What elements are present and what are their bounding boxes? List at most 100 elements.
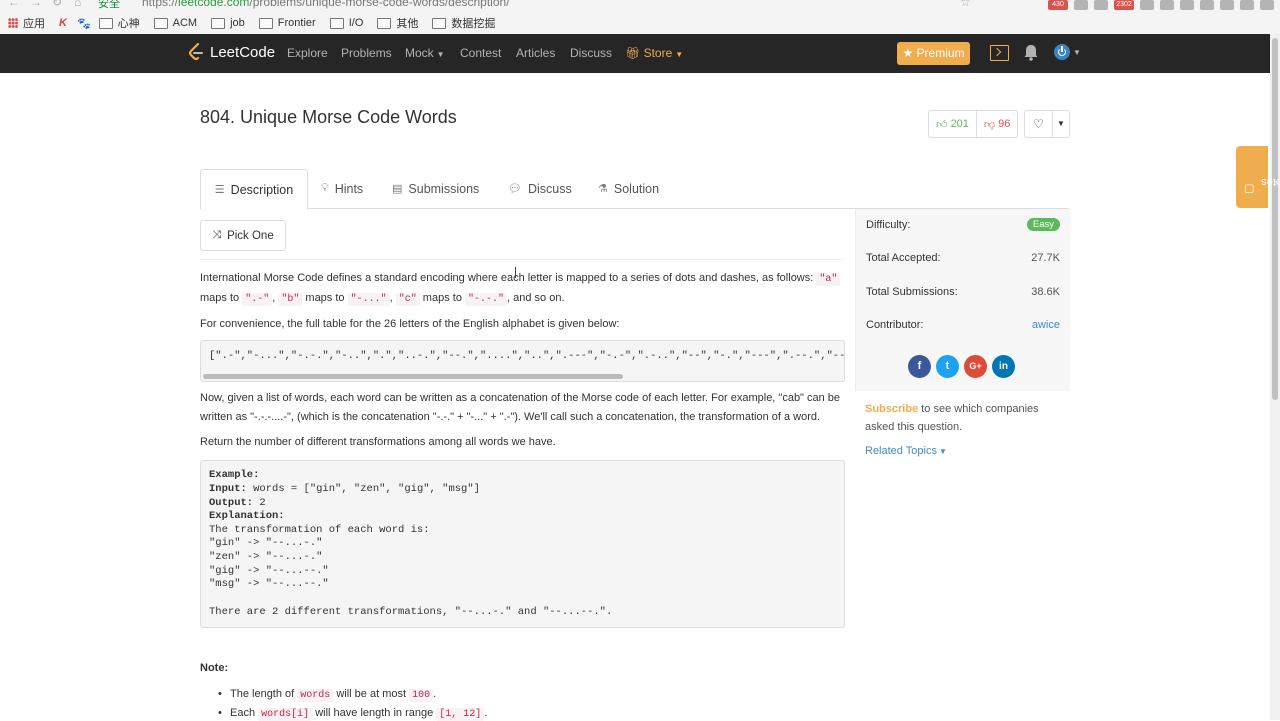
- ext-icon[interactable]: [1140, 0, 1154, 10]
- like-button[interactable]: 👍︎ 201: [929, 111, 977, 137]
- ext-badge-icon[interactable]: 430: [1048, 0, 1068, 10]
- bookmark-label: ACM: [172, 17, 198, 29]
- terminal-icon[interactable]: [990, 45, 1009, 61]
- premium-button[interactable]: ★ Premium: [897, 42, 970, 65]
- ext-icon[interactable]: [1094, 0, 1108, 10]
- bookmark-label: Frontier: [277, 17, 316, 29]
- label: Input:: [209, 483, 247, 495]
- bookmarks-bar: 应用 K 🐾 心神 ACM job Frontier I/O 其他 数据挖掘: [8, 15, 509, 31]
- browser-chrome: ← → ↻ ⌂ 安全 https://leetcode.com/problems…: [0, 0, 1280, 35]
- accepted-count: 27.7K: [1031, 252, 1060, 264]
- share-buttons: f t G+ in: [908, 355, 1015, 378]
- text: will be at most: [333, 688, 410, 700]
- bookmark-folder[interactable]: ACM: [153, 17, 198, 29]
- text: 2: [253, 497, 266, 509]
- label: Related Topics: [865, 445, 937, 457]
- caret-down-icon: ▼: [938, 447, 947, 456]
- user-avatar-icon[interactable]: [1054, 44, 1070, 60]
- bookmark-folder[interactable]: Frontier: [258, 17, 316, 29]
- linkedin-icon[interactable]: in: [992, 355, 1015, 378]
- tab-submissions[interactable]: ▤ Submissions: [392, 169, 479, 208]
- caret-down-icon: ▼: [436, 50, 445, 59]
- comments-icon: 💬︎: [508, 183, 522, 195]
- shuffle-icon: ⤨: [212, 229, 222, 241]
- nav-explore[interactable]: Explore: [287, 46, 328, 60]
- pick-one-label: Pick One: [227, 229, 274, 242]
- bookmark-folder[interactable]: 其他: [377, 15, 418, 31]
- text: will have length in range: [312, 707, 437, 719]
- url-text[interactable]: https://leetcode.com/problems/unique-mor…: [142, 0, 510, 9]
- google-plus-icon[interactable]: G+: [964, 355, 987, 378]
- bookmark-label: job: [230, 17, 245, 29]
- logo[interactable]: LeetCode: [188, 43, 275, 61]
- bookmark-label: 应用: [23, 18, 45, 30]
- tab-description[interactable]: ☰ Description: [200, 169, 308, 210]
- text: , and so on.: [507, 292, 565, 304]
- ext-icon[interactable]: [1220, 0, 1234, 10]
- bell-icon[interactable]: [1024, 44, 1038, 61]
- example-explanation-label: Explanation:: [209, 510, 285, 522]
- scrollbar-thumb[interactable]: [1272, 38, 1278, 400]
- reload-icon[interactable]: ↻: [52, 0, 62, 9]
- ext-icon[interactable]: [1074, 0, 1088, 10]
- star-icon[interactable]: ☆: [960, 0, 971, 9]
- bookmark-apps[interactable]: 应用: [8, 15, 45, 31]
- example-line: The transformation of each word is:: [209, 524, 430, 536]
- tab-label: Submissions: [408, 181, 480, 196]
- tab-hints[interactable]: 💡︎ Hints: [321, 169, 363, 208]
- inline-code: "a": [816, 273, 841, 286]
- flask-icon: ⚗: [598, 183, 608, 195]
- forward-icon[interactable]: →: [30, 0, 42, 9]
- bookmark-jk[interactable]: K: [59, 17, 69, 29]
- page-scrollbar[interactable]: [1270, 34, 1280, 720]
- inline-code: "b": [278, 293, 303, 306]
- problem-tabs: ☰ Description 💡︎ Hints ▤ Submissions 💬︎ Disc…: [200, 169, 1069, 210]
- subscribe-link[interactable]: Subscribe: [865, 403, 918, 415]
- dislike-button[interactable]: 👎︎ 96: [977, 111, 1017, 137]
- nav-articles[interactable]: Articles: [516, 46, 555, 60]
- favorite-group: ♡ ▼: [1024, 110, 1070, 138]
- facebook-icon[interactable]: f: [908, 355, 931, 378]
- bookmark-folder[interactable]: I/O: [329, 17, 363, 29]
- menu-icon[interactable]: [1260, 0, 1274, 10]
- home-icon[interactable]: ⌂: [74, 0, 81, 9]
- logo-text: LeetCode: [210, 43, 276, 61]
- caret-down-icon[interactable]: ▼: [1053, 111, 1069, 137]
- label: Contributor:: [866, 319, 924, 331]
- folder-icon: [153, 17, 168, 29]
- caret-down-icon: ▼: [675, 50, 684, 59]
- ext-icon[interactable]: [1160, 0, 1174, 10]
- code-scrollbar[interactable]: [203, 374, 623, 379]
- bookmark-folder[interactable]: 数据挖掘: [432, 15, 495, 31]
- note-heading: Note:: [200, 662, 229, 674]
- nav-store[interactable]: 🎁︎ Store ▼: [625, 46, 683, 60]
- morse-table-code-block[interactable]: [".-","-...","-.-.","-..",".","..-.","--…: [200, 340, 845, 382]
- twitter-icon[interactable]: t: [936, 355, 959, 378]
- folder-icon: [98, 17, 113, 29]
- address-bar[interactable]: ← → ↻ ⌂ 安全 https://leetcode.com/problems…: [0, 0, 1280, 10]
- bookmark-folder[interactable]: job: [211, 17, 245, 29]
- ext-badge-icon[interactable]: 2302: [1114, 0, 1134, 10]
- nav-contest[interactable]: Contest: [460, 46, 501, 60]
- ext-icon[interactable]: [1240, 0, 1254, 10]
- tab-solution[interactable]: ⚗ Solution: [598, 169, 659, 208]
- jk-icon: K: [59, 17, 67, 29]
- contributor-link[interactable]: awice: [1032, 319, 1060, 331]
- ext-icon[interactable]: [1180, 0, 1194, 10]
- related-topics-toggle[interactable]: Related Topics ▼: [865, 445, 947, 457]
- bookmark-baidu[interactable]: 🐾: [77, 17, 91, 30]
- label: Explanation:: [209, 510, 285, 522]
- ext-icon[interactable]: [1200, 0, 1214, 10]
- pick-one-button[interactable]: ⤨ Pick One: [200, 220, 286, 251]
- nav-problems[interactable]: Problems: [341, 46, 392, 60]
- nav-discuss[interactable]: Discuss: [570, 46, 612, 60]
- caret-down-icon[interactable]: ▼: [1073, 48, 1081, 57]
- notes-tab[interactable]: ▢ Notes: [1236, 146, 1280, 208]
- description-paragraph-1: International Morse Code defines a stand…: [200, 269, 845, 309]
- heart-icon[interactable]: ♡: [1025, 111, 1053, 137]
- submissions-row: Total Submissions: 38.6K: [866, 286, 1060, 298]
- back-icon[interactable]: ←: [8, 0, 20, 9]
- nav-mock[interactable]: Mock ▼: [405, 46, 445, 60]
- tab-discuss[interactable]: 💬︎ Discuss: [508, 169, 572, 208]
- bookmark-folder[interactable]: 心神: [98, 15, 140, 31]
